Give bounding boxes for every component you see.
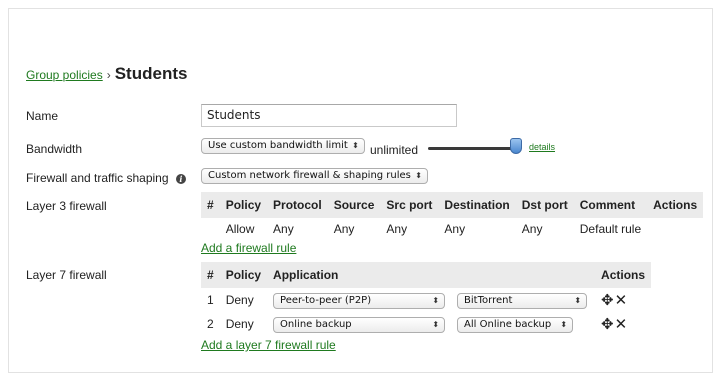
category-select[interactable]: Online backup ⬍	[273, 316, 446, 333]
column-header: Protocol	[267, 192, 328, 218]
category-select-value: Online backup	[280, 318, 352, 330]
rule-destination: Any	[444, 222, 466, 236]
category-cell: Online backup ⬍	[267, 312, 451, 336]
firewall-select-value: Custom network firewall & shaping rules	[208, 170, 411, 181]
column-header: Source	[327, 192, 381, 218]
details-link[interactable]: details	[529, 142, 555, 152]
rule-number: 2	[207, 317, 214, 331]
add-layer7-rule-link[interactable]: Add a layer 7 firewall rule	[201, 338, 336, 352]
select-arrow-icon: ⬍	[432, 319, 440, 329]
rule-dst-port: Any	[521, 222, 543, 236]
column-header: Comment	[573, 192, 648, 218]
application-select[interactable]: BitTorrent ⬍	[457, 292, 588, 309]
select-arrow-icon: ⬍	[352, 141, 359, 150]
layer3-rules-table: # Policy Protocol Source Src port Destin…	[201, 192, 704, 240]
breadcrumb-separator: ›	[106, 68, 111, 82]
table-header-row: # Policy Protocol Source Src port Destin…	[201, 192, 704, 218]
page-title: Students	[114, 64, 188, 83]
column-header: Policy	[219, 192, 268, 218]
category-select[interactable]: Peer-to-peer (P2P) ⬍	[273, 292, 446, 309]
application-cell: All Online backup ⬍	[451, 312, 595, 336]
bandwidth-select-value: Use custom bandwidth limit	[208, 140, 348, 151]
move-icon[interactable]: ✥	[601, 316, 615, 333]
table-row: 1 Deny Peer-to-peer (P2P) ⬍ BitTorrent ⬍…	[201, 288, 651, 312]
column-header: Src port	[380, 192, 439, 218]
delete-icon[interactable]: ✕	[615, 292, 629, 309]
row-actions: ✥✕	[595, 288, 651, 312]
rule-policy: Deny	[225, 293, 254, 307]
category-cell: Peer-to-peer (P2P) ⬍	[267, 288, 451, 312]
select-arrow-icon: ⬍	[432, 295, 440, 305]
select-arrow-icon: ⬍	[574, 295, 582, 305]
bandwidth-select[interactable]: Use custom bandwidth limit ⬍	[201, 138, 365, 154]
table-header-row: # Policy Application Actions	[201, 262, 652, 288]
breadcrumb: Group policies › Students	[26, 64, 187, 84]
table-row: Allow Any Any Any Any Any Default rule	[201, 218, 703, 240]
layer3-label: Layer 3 firewall	[26, 199, 107, 213]
layer7-rules-table: # Policy Application Actions 1 Deny Peer…	[201, 262, 652, 336]
info-icon[interactable]: i	[175, 174, 186, 184]
column-header: #	[201, 192, 220, 218]
bandwidth-label: Bandwidth	[26, 142, 83, 156]
rule-protocol: Any	[273, 222, 294, 236]
table-row: 2 Deny Online backup ⬍ All Online backup…	[201, 312, 651, 336]
rule-number: 1	[207, 293, 214, 307]
column-header: Dst port	[515, 192, 574, 218]
category-select-value: Peer-to-peer (P2P)	[280, 294, 372, 306]
firewall-select[interactable]: Custom network firewall & shaping rules …	[201, 168, 428, 184]
rule-comment: Default rule	[579, 222, 642, 236]
bandwidth-slider-track[interactable]	[428, 147, 514, 150]
rule-source: Any	[333, 222, 355, 236]
firewall-label: Firewall and traffic shaping i	[26, 171, 186, 185]
column-header: Actions	[595, 262, 652, 288]
firewall-label-text: Firewall and traffic shaping	[26, 171, 169, 185]
add-firewall-rule-link[interactable]: Add a firewall rule	[201, 241, 296, 255]
move-icon[interactable]: ✥	[601, 292, 615, 309]
column-header	[451, 262, 596, 288]
delete-icon[interactable]: ✕	[615, 316, 629, 333]
column-header: Destination	[438, 192, 516, 218]
rule-number	[201, 218, 220, 240]
rule-policy: Allow	[225, 222, 255, 236]
breadcrumb-group-policies-link[interactable]: Group policies	[26, 68, 103, 82]
bandwidth-slider-thumb[interactable]	[510, 138, 522, 154]
column-header: #	[201, 262, 220, 288]
rule-src-port: Any	[386, 222, 408, 236]
column-header: Policy	[219, 262, 268, 288]
application-select-value: BitTorrent	[464, 294, 513, 306]
rule-policy: Deny	[225, 317, 254, 331]
application-select-value: All Online backup	[464, 318, 552, 330]
application-cell: BitTorrent ⬍	[451, 288, 595, 312]
layer7-label: Layer 7 firewall	[26, 268, 107, 282]
column-header: Application	[267, 262, 452, 288]
column-header: Actions	[647, 192, 704, 218]
application-select[interactable]: All Online backup ⬍	[457, 316, 574, 333]
name-label: Name	[26, 109, 59, 123]
bandwidth-value: unlimited	[370, 143, 419, 157]
row-actions: ✥✕	[595, 312, 651, 336]
name-input[interactable]: Students	[201, 104, 457, 127]
rule-actions	[647, 218, 703, 240]
select-arrow-icon: ⬍	[415, 171, 422, 180]
select-arrow-icon: ⬍	[560, 319, 568, 329]
